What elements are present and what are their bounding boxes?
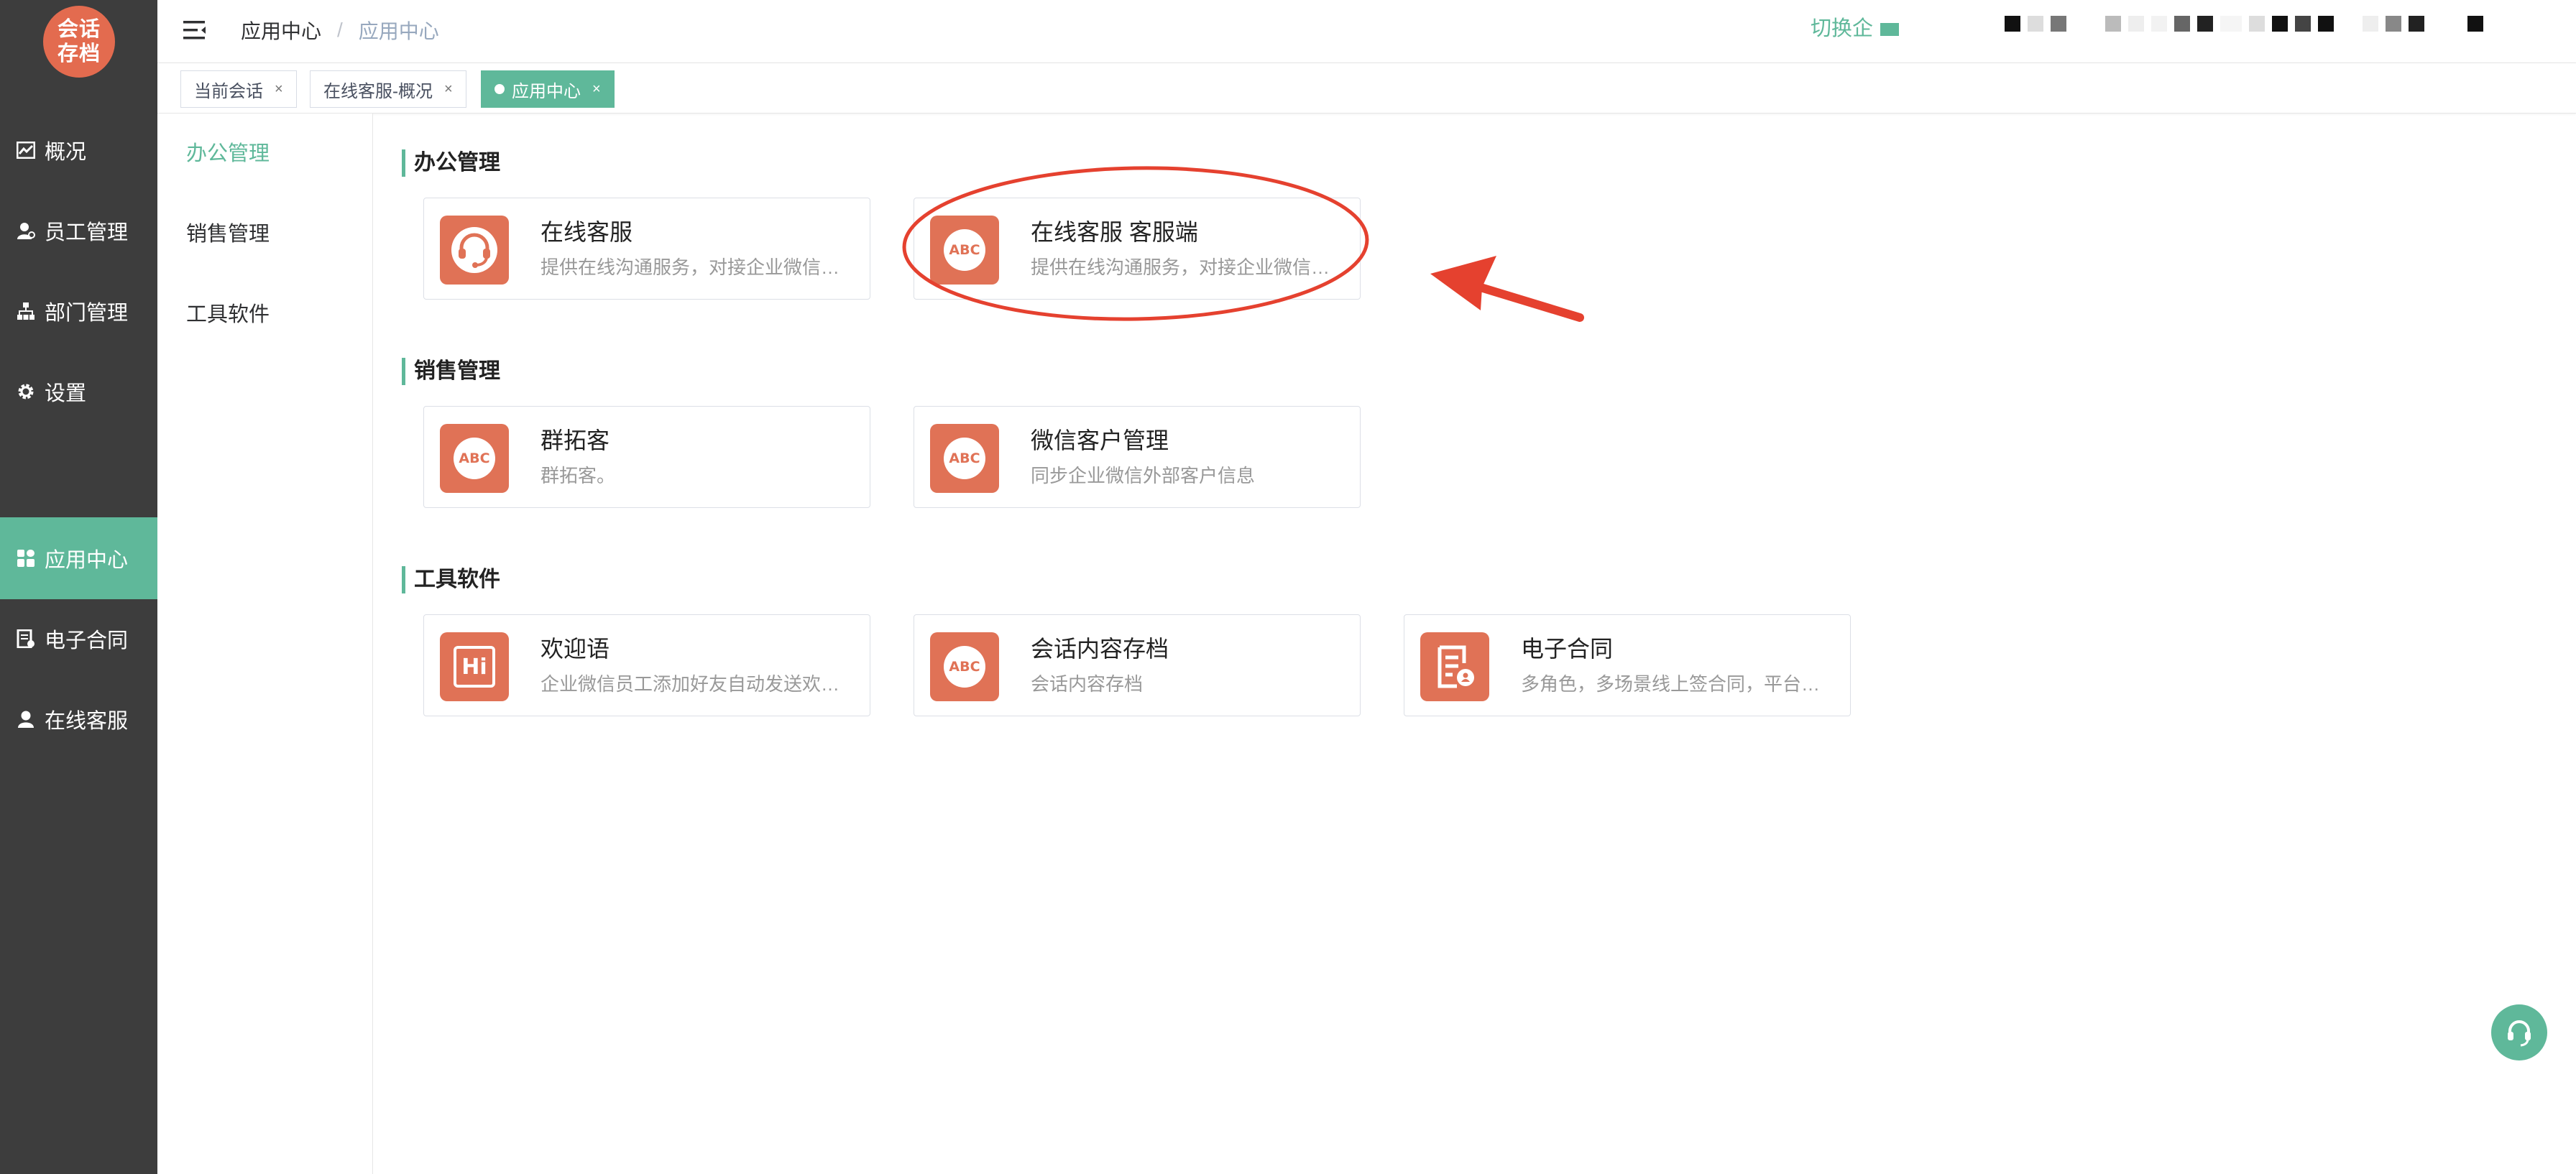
app-description: 提供在线沟通服务，对接企业微信… xyxy=(1031,256,1330,278)
top-header: 应用中心 / 应用中心 切换企 xyxy=(157,0,2576,63)
sidebar-item-overview[interactable]: 概况 xyxy=(0,109,157,191)
app-card-online-service[interactable]: 在线客服 提供在线沟通服务，对接企业微信… xyxy=(423,198,870,300)
sidebar-item-label: 部门管理 xyxy=(45,302,129,325)
abc-icon: ABC xyxy=(930,632,999,701)
logo-line-2: 存档 xyxy=(57,42,101,65)
tab-current-session[interactable]: 当前会话 × xyxy=(180,70,297,108)
breadcrumb-item[interactable]: 应用中心 xyxy=(241,16,321,45)
hi-icon-text: Hi xyxy=(454,646,495,688)
customer-support-button[interactable] xyxy=(2491,1004,2547,1060)
app-logo[interactable]: 会话 存档 xyxy=(43,6,115,78)
app-description: 提供在线沟通服务，对接企业微信… xyxy=(540,256,840,278)
app-card-group-acquisition[interactable]: ABC 群拓客 群拓客。 xyxy=(423,406,870,508)
switch-company-link[interactable]: 切换企 xyxy=(1811,14,1900,43)
sidebar-item-label: 在线客服 xyxy=(45,710,129,733)
sidebar-item-label: 电子合同 xyxy=(45,629,129,652)
abc-icon-text: ABC xyxy=(944,229,985,271)
tabs-bar: 当前会话 × 在线客服-概况 × 应用中心 × xyxy=(157,63,2576,114)
switch-company-label: 切换企 xyxy=(1811,17,1874,40)
sidebar-item-label: 概况 xyxy=(45,141,87,164)
breadcrumb-current: 应用中心 xyxy=(358,20,439,42)
section-title-sales: 销售管理 xyxy=(402,358,500,385)
category-menu: 办公管理 销售管理 工具软件 xyxy=(157,114,373,1174)
sidebar-item-label: 设置 xyxy=(45,382,87,405)
tab-label: 应用中心 xyxy=(512,81,581,101)
sidebar-item-departments[interactable]: 部门管理 xyxy=(0,270,157,352)
close-icon[interactable]: × xyxy=(444,81,453,98)
section-title-tools: 工具软件 xyxy=(402,566,500,593)
abc-icon: ABC xyxy=(930,216,999,285)
sidebar-item-settings[interactable]: 设置 xyxy=(0,351,157,433)
person-icon xyxy=(16,709,36,729)
category-sales[interactable]: 销售管理 xyxy=(186,220,270,249)
app-title: 欢迎语 xyxy=(540,636,610,662)
app-description: 群拓客。 xyxy=(540,465,616,486)
active-dot-icon xyxy=(494,84,505,94)
app-card-wechat-customers[interactable]: ABC 微信客户管理 同步企业微信外部客户信息 xyxy=(914,406,1361,508)
sidebar-item-app-center[interactable]: 应用中心 xyxy=(0,517,157,599)
app-card-session-archive[interactable]: ABC 会话内容存档 会话内容存档 xyxy=(914,614,1361,716)
sidebar-item-contract[interactable]: 电子合同 xyxy=(0,598,157,680)
abc-icon: ABC xyxy=(440,424,509,493)
app-card-e-contract[interactable]: 电子合同 多角色，多场景线上签合同，平台… xyxy=(1404,614,1851,716)
headset-icon xyxy=(440,216,509,285)
app-description: 企业微信员工添加好友自动发送欢… xyxy=(540,673,840,695)
app-title: 会话内容存档 xyxy=(1031,636,1169,662)
sidebar-item-online-service[interactable]: 在线客服 xyxy=(0,678,157,760)
breadcrumb-separator: / xyxy=(337,19,343,41)
redacted-company-name xyxy=(2005,16,2490,36)
menu-toggle-icon[interactable] xyxy=(182,17,208,43)
sidebar-item-staff[interactable]: 员工管理 xyxy=(0,190,157,272)
user-icon xyxy=(16,221,36,241)
section-title-office: 办公管理 xyxy=(402,149,500,177)
sidebar: 会话 存档 概况 员工管理 部门管理 设置 应用中心 电子合同 在线客服 xyxy=(0,0,157,1174)
headset-icon xyxy=(2508,1020,2531,1047)
sidebar-item-label: 员工管理 xyxy=(45,221,129,244)
abc-icon-text: ABC xyxy=(944,438,985,479)
switch-company-marker xyxy=(1880,23,1900,37)
contract-icon xyxy=(16,629,36,649)
abc-icon-text: ABC xyxy=(454,438,495,479)
chart-icon xyxy=(16,140,36,160)
app-title: 微信客户管理 xyxy=(1031,427,1169,453)
breadcrumb: 应用中心 / 应用中心 xyxy=(241,16,439,45)
sidebar-item-label: 应用中心 xyxy=(45,549,129,572)
app-title: 群拓客 xyxy=(540,427,610,453)
app-title: 电子合同 xyxy=(1521,636,1614,662)
tab-label: 当前会话 xyxy=(194,81,263,101)
annotation-overlay xyxy=(902,166,1584,322)
abc-icon-text: ABC xyxy=(944,646,985,688)
category-tools[interactable]: 工具软件 xyxy=(186,300,270,329)
app-description: 会话内容存档 xyxy=(1031,673,1144,695)
org-icon xyxy=(16,301,36,321)
close-icon[interactable]: × xyxy=(275,81,283,98)
logo-line-1: 会话 xyxy=(57,18,101,41)
app-description: 多角色，多场景线上签合同，平台… xyxy=(1521,673,1821,695)
contract-doc-icon xyxy=(1420,632,1489,701)
tab-online-service-overview[interactable]: 在线客服-概况 × xyxy=(310,70,466,108)
app-title: 在线客服 xyxy=(540,219,633,245)
app-card-welcome-message[interactable]: Hi 欢迎语 企业微信员工添加好友自动发送欢… xyxy=(423,614,870,716)
app-card-online-service-client[interactable]: ABC 在线客服 客服端 提供在线沟通服务，对接企业微信… xyxy=(914,198,1361,300)
annotation-arrow xyxy=(1430,256,1584,322)
close-icon[interactable]: × xyxy=(592,81,601,98)
abc-icon: ABC xyxy=(930,424,999,493)
gear-icon xyxy=(16,382,36,402)
category-office[interactable]: 办公管理 xyxy=(186,139,270,168)
tab-app-center[interactable]: 应用中心 × xyxy=(481,70,615,108)
grid-icon xyxy=(16,548,36,568)
app-title: 在线客服 客服端 xyxy=(1031,219,1198,245)
hi-icon: Hi xyxy=(440,632,509,701)
tab-label: 在线客服-概况 xyxy=(323,81,433,101)
app-description: 同步企业微信外部客户信息 xyxy=(1031,465,1256,486)
